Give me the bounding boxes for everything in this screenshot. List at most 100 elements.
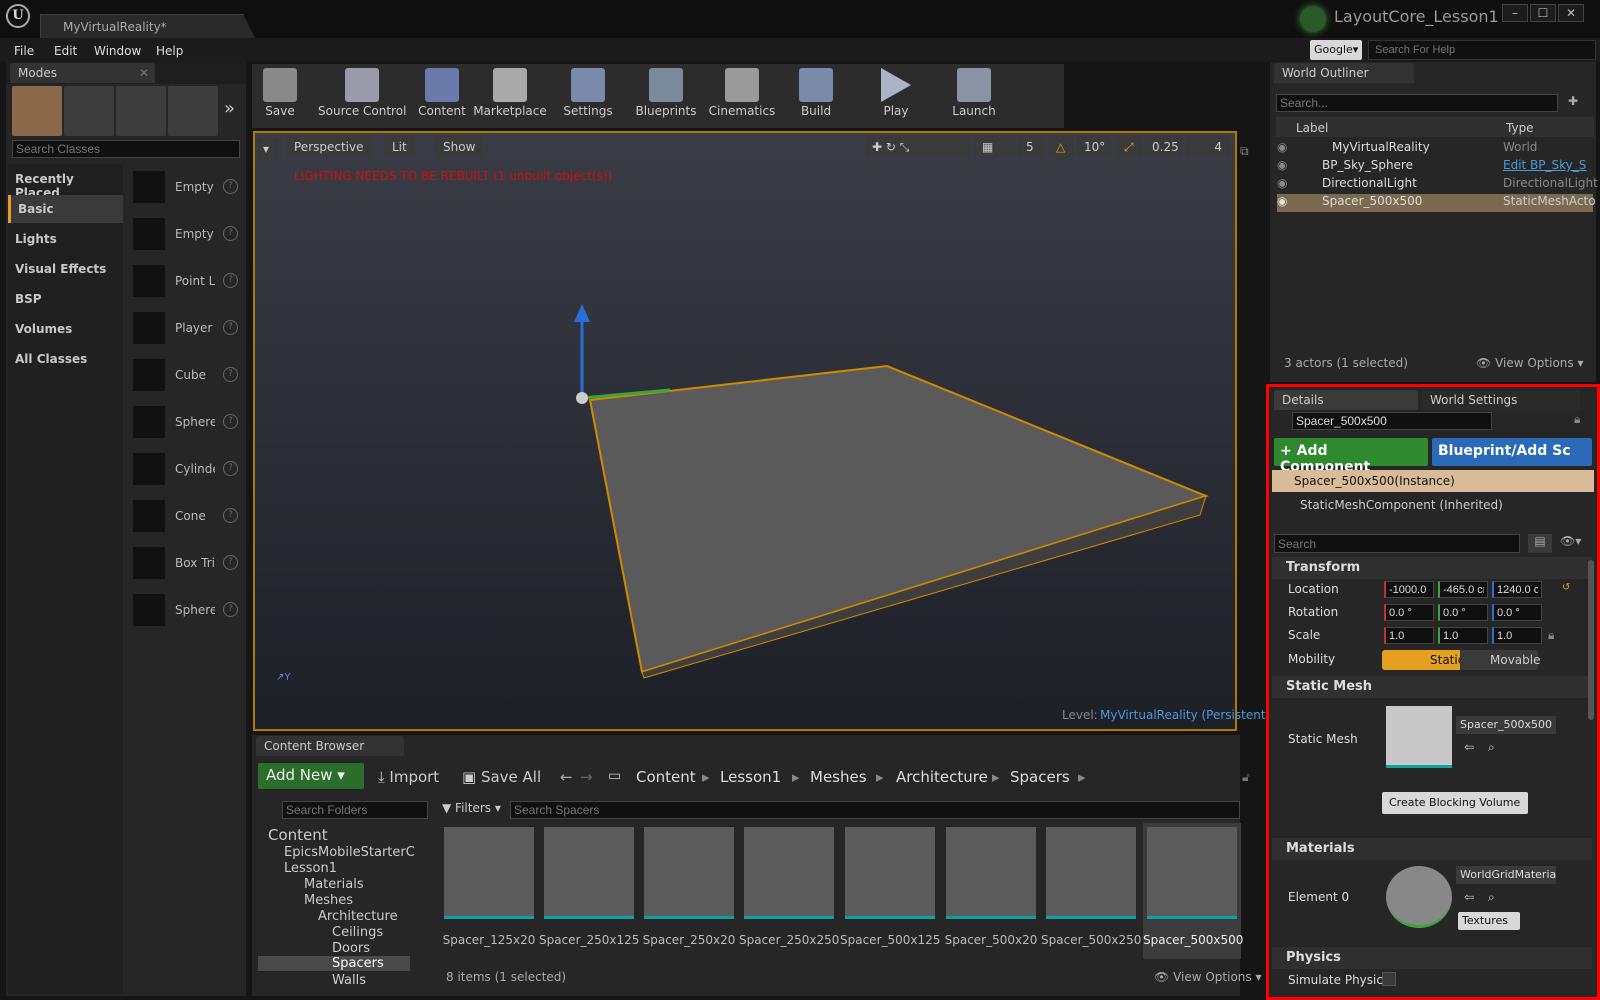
component-static-mesh-row[interactable]: StaticMeshComponent (Inherited) — [1300, 498, 1503, 512]
grid-snap-toggle[interactable]: ▦ — [974, 136, 1016, 158]
document-tab[interactable]: MyVirtualReality* — [40, 14, 255, 38]
visibility-eye-icon[interactable]: ◉ — [1277, 194, 1287, 208]
add-component-button[interactable]: + Add Component — [1274, 438, 1428, 475]
location-label[interactable]: Location — [1288, 582, 1339, 596]
lock-selection-icon[interactable]: 🔒︎ — [1574, 412, 1580, 427]
tree-walls[interactable]: Walls — [332, 973, 366, 988]
viewport-options-button[interactable]: ▾ — [258, 138, 278, 160]
outliner-row-world[interactable]: ◉ MyVirtualReality World — [1277, 140, 1597, 158]
help-icon[interactable]: ? — [223, 320, 238, 335]
rotation-z-input[interactable] — [1492, 604, 1542, 621]
browse-asset-icon[interactable]: ⌕ — [1488, 890, 1495, 905]
location-y-input[interactable] — [1438, 581, 1488, 598]
save-all-button[interactable]: ▣ Save All — [462, 768, 541, 786]
blueprint-add-script-button[interactable]: Blueprint/Add Sc — [1432, 438, 1592, 466]
import-button[interactable]: ⤓ Import — [378, 768, 439, 786]
foliage-mode-icon[interactable] — [168, 86, 218, 136]
tree-epics-mobile[interactable]: EpicsMobileStarterC — [284, 845, 415, 860]
toolbar-source-control[interactable]: Source Control — [318, 68, 406, 124]
category-lights[interactable]: Lights — [8, 225, 123, 253]
menu-help[interactable]: Help — [156, 44, 183, 58]
place-item-empty-character[interactable]: Empty C? — [130, 213, 242, 257]
place-item-box-trigger[interactable]: Box Tri? — [130, 542, 242, 586]
paint-mode-icon[interactable] — [64, 86, 114, 136]
source-control-status-icon[interactable] — [1300, 6, 1326, 32]
help-icon[interactable]: ? — [223, 508, 238, 523]
visibility-eye-icon[interactable]: ◉ — [1277, 158, 1287, 172]
translate-icon[interactable]: ✚ — [872, 140, 882, 154]
search-folders-input[interactable] — [282, 801, 428, 819]
asset-tile-spacer-500x20[interactable]: Spacer_500x20 — [945, 827, 1041, 947]
details-scrollbar[interactable] — [1588, 560, 1594, 720]
column-label[interactable]: Label — [1296, 121, 1328, 135]
outliner-row-spacer-selected[interactable]: ◉ Spacer_500x500 StaticMeshActo — [1277, 194, 1596, 212]
maximize-button[interactable]: ☐ — [1530, 4, 1556, 22]
rotation-snap-icon[interactable]: △ — [1048, 136, 1074, 158]
static-mesh-section[interactable]: Static Mesh — [1272, 676, 1592, 698]
asset-tile-spacer-500x125[interactable]: Spacer_500x125 — [840, 827, 940, 947]
tree-materials[interactable]: Materials — [304, 877, 364, 892]
place-item-empty-actor[interactable]: Empty A? — [130, 166, 242, 210]
help-icon[interactable]: ? — [223, 273, 238, 288]
tree-meshes[interactable]: Meshes — [304, 893, 353, 908]
category-visual-effects[interactable]: Visual Effects — [8, 255, 123, 283]
search-engine-select[interactable]: Google▾ — [1310, 40, 1362, 60]
lock-icon[interactable]: 🔓︎ — [1242, 770, 1250, 785]
toolbar-build[interactable]: Build — [782, 68, 850, 124]
menu-window[interactable]: Window — [94, 44, 141, 58]
history-forward-icon[interactable]: → — [580, 768, 593, 786]
help-icon[interactable]: ? — [223, 414, 238, 429]
tree-ceilings[interactable]: Ceilings — [332, 925, 383, 940]
search-classes-input[interactable] — [12, 140, 240, 158]
breadcrumb-lesson1[interactable]: Lesson1 — [720, 768, 781, 786]
close-button[interactable]: ✕ — [1558, 4, 1584, 22]
menu-file[interactable]: File — [14, 44, 34, 58]
breadcrumb-content[interactable]: Content — [636, 768, 696, 786]
toolbar-cinematics[interactable]: Cinematics — [704, 68, 780, 124]
camera-speed-button[interactable]: 4 — [1186, 136, 1230, 158]
tree-doors[interactable]: Doors — [332, 941, 370, 956]
place-item-sphere-trigger[interactable]: Sphere? — [130, 589, 242, 633]
asset-tile-spacer-250x20[interactable]: Spacer_250x20 — [643, 827, 739, 947]
scale-label[interactable]: Scale — [1288, 628, 1320, 642]
landscape-mode-icon[interactable] — [116, 86, 166, 136]
scale-snap-value[interactable]: 0.25 — [1144, 136, 1182, 158]
toolbar-launch[interactable]: Launch — [940, 68, 1008, 124]
details-tab[interactable]: Details — [1274, 390, 1418, 410]
help-icon[interactable]: ? — [223, 367, 238, 382]
column-type[interactable]: Type — [1506, 121, 1534, 135]
asset-tile-spacer-125x20[interactable]: Spacer_125x20 — [443, 827, 539, 947]
place-item-cone[interactable]: Cone? — [130, 495, 242, 539]
help-icon[interactable]: ? — [223, 461, 238, 476]
asset-tile-spacer-500x250[interactable]: Spacer_500x250 — [1041, 827, 1141, 947]
place-item-point-light[interactable]: Point Li? — [130, 260, 242, 304]
property-matrix-icon[interactable]: ▤ — [1528, 534, 1552, 553]
tree-lesson1[interactable]: Lesson1 — [284, 861, 337, 876]
category-all-classes[interactable]: All Classes — [8, 345, 123, 373]
scale-x-input[interactable] — [1384, 627, 1434, 644]
perspective-button[interactable]: Perspective — [286, 136, 372, 158]
simulate-physics-checkbox[interactable] — [1382, 972, 1396, 986]
maximize-viewport-icon[interactable]: ⧉ — [1240, 144, 1249, 159]
scale-y-input[interactable] — [1438, 627, 1488, 644]
help-icon[interactable]: ? — [223, 555, 238, 570]
static-mesh-combo[interactable]: Spacer_500x500 — [1456, 716, 1556, 734]
tree-content[interactable]: Content — [268, 826, 328, 844]
rotation-y-input[interactable] — [1438, 604, 1488, 621]
help-search-input[interactable] — [1368, 40, 1596, 60]
modes-tab[interactable]: Modes ✕ — [10, 63, 155, 83]
create-blocking-volume-button[interactable]: Create Blocking Volume — [1382, 792, 1528, 814]
add-new-button[interactable]: Add New ▾ — [258, 763, 364, 789]
place-item-sphere[interactable]: Sphere? — [130, 401, 242, 445]
more-modes-icon[interactable]: » — [224, 98, 235, 119]
use-selected-arrow-icon[interactable]: ⇦ — [1464, 740, 1474, 754]
asset-tile-spacer-250x250[interactable]: Spacer_250x250 — [739, 827, 839, 947]
materials-section[interactable]: Materials — [1272, 838, 1592, 860]
toolbar-content[interactable]: Content — [408, 68, 476, 124]
help-icon[interactable]: ? — [223, 226, 238, 241]
browse-asset-icon[interactable]: ⌕ — [1488, 740, 1495, 755]
category-volumes[interactable]: Volumes — [8, 315, 123, 343]
scale-lock-icon[interactable]: 🔒︎ — [1548, 628, 1554, 643]
physics-section[interactable]: Physics — [1272, 947, 1592, 969]
visibility-eye-icon[interactable]: ◉ — [1277, 140, 1287, 154]
